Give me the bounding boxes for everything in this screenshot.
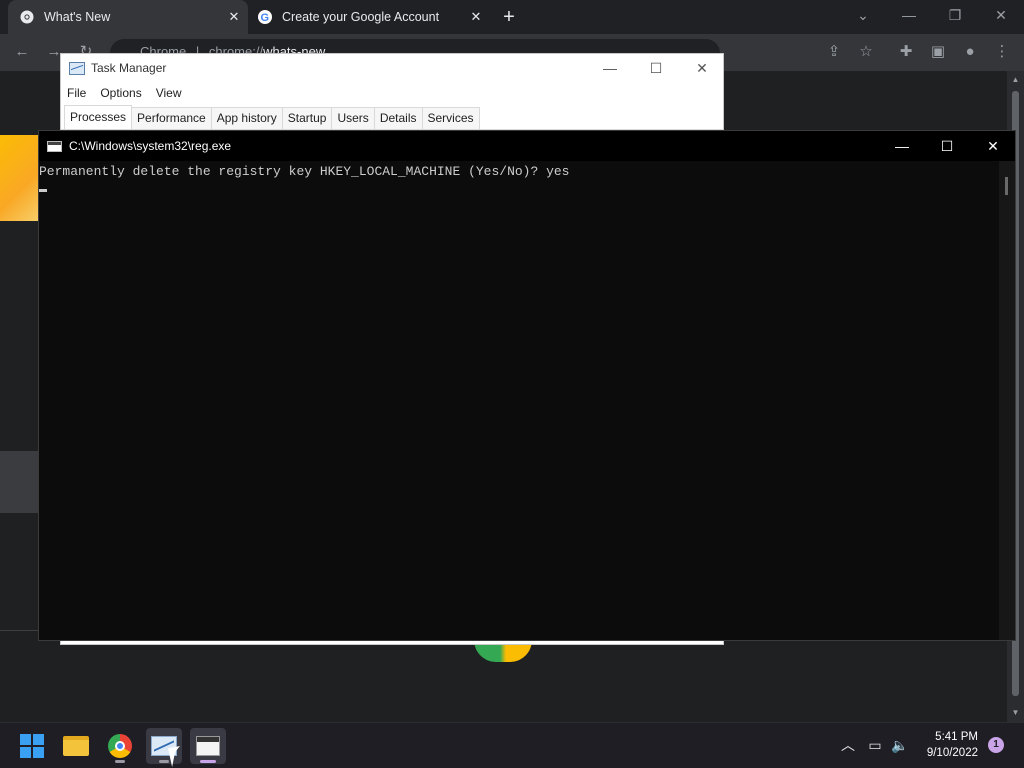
restore-button[interactable]: ❐ (941, 4, 969, 26)
maximize-button[interactable]: ☐ (641, 57, 671, 79)
console-scrollbar[interactable] (999, 161, 1015, 640)
windows-start-icon (20, 734, 44, 758)
google-favicon-icon: G (258, 10, 272, 24)
tab-title: Create your Google Account (282, 10, 440, 24)
menu-file[interactable]: File (67, 86, 86, 100)
tab-strip: What's New ✕ G Create your Google Accoun… (0, 0, 1024, 34)
console-window: C:\Windows\system32\reg.exe — ☐ ✕ Perman… (38, 130, 1016, 641)
tab-whats-new[interactable]: What's New ✕ (8, 0, 248, 34)
console-output[interactable]: Permanently delete the registry key HKEY… (39, 161, 999, 640)
whats-new-illustration (0, 135, 40, 221)
bookmark-star-icon[interactable]: ☆ (856, 42, 876, 62)
tab-users[interactable]: Users (331, 107, 375, 129)
content-card-edge (0, 451, 40, 513)
close-window-button[interactable]: ✕ (987, 4, 1015, 26)
start-button[interactable] (14, 728, 50, 764)
minimize-button[interactable]: — (595, 57, 625, 79)
profile-avatar-icon[interactable]: ● (960, 42, 980, 62)
menu-options[interactable]: Options (100, 86, 141, 100)
extensions-puzzle-icon[interactable]: ✚ (896, 42, 916, 62)
text-cursor (39, 189, 47, 192)
menu-kebab-icon[interactable]: ⋮ (992, 42, 1012, 62)
active-indicator (200, 760, 216, 763)
console-prompt-line: Permanently delete the registry key HKEY… (39, 164, 570, 179)
console-app-icon (47, 140, 62, 152)
notification-badge[interactable]: 1 (988, 737, 1004, 753)
running-indicator (159, 760, 169, 763)
close-tab-icon[interactable]: ✕ (226, 9, 242, 25)
clock-date: 9/10/2022 (926, 747, 978, 759)
window-title: Task Manager (91, 61, 167, 75)
tab-details[interactable]: Details (373, 107, 423, 129)
tab-services[interactable]: Services (421, 107, 480, 129)
menu-view[interactable]: View (156, 86, 182, 100)
tab-performance[interactable]: Performance (131, 107, 212, 129)
back-arrow-icon[interactable]: ← (12, 42, 32, 62)
clock-time: 5:41 PM (935, 731, 978, 743)
taskbar-file-explorer[interactable] (58, 728, 94, 764)
show-hidden-icons-chevron-icon[interactable]: ︿ (838, 735, 858, 755)
file-explorer-icon (63, 736, 89, 756)
svg-text:G: G (261, 12, 270, 24)
scroll-down-arrow-icon[interactable]: ▼ (1007, 706, 1024, 720)
share-icon[interactable]: ⇪ (824, 42, 844, 62)
scroll-up-arrow-icon[interactable]: ▲ (1007, 73, 1024, 87)
divider (0, 630, 40, 631)
minimize-button[interactable]: — (887, 135, 917, 157)
running-indicator (115, 760, 125, 763)
console-titlebar[interactable]: C:\Windows\system32\reg.exe — ☐ ✕ (39, 131, 1015, 161)
close-tab-icon[interactable]: ✕ (468, 9, 484, 25)
volume-icon[interactable]: 🔈 (890, 735, 910, 755)
chrome-icon (108, 734, 132, 758)
tab-title: What's New (44, 10, 111, 24)
tab-startup[interactable]: Startup (281, 107, 333, 129)
task-manager-titlebar[interactable]: Task Manager — ☐ ✕ (61, 54, 723, 82)
side-panel-icon[interactable]: ▣ (928, 42, 948, 62)
system-clock[interactable]: 5:41 PM 9/10/2022 (914, 729, 978, 761)
task-manager-tabs: Processes Performance App history Startu… (61, 105, 723, 130)
task-manager-icon (69, 61, 85, 75)
taskbar: ︿ ▭ 🔈 5:41 PM 9/10/2022 1 (0, 722, 1024, 768)
network-icon[interactable]: ▭ (865, 735, 885, 755)
tab-create-google-account[interactable]: G Create your Google Account ✕ (250, 0, 490, 34)
chrome-favicon-icon (20, 10, 34, 24)
console-title: C:\Windows\system32\reg.exe (69, 139, 232, 153)
tab-search-chevron-icon[interactable]: ⌄ (849, 4, 877, 26)
menu-bar: File Options View (61, 82, 723, 104)
command-prompt-icon (196, 736, 220, 756)
close-button[interactable]: ✕ (978, 135, 1008, 157)
scrollbar-thumb[interactable] (1005, 177, 1008, 195)
close-button[interactable]: ✕ (687, 57, 717, 79)
tab-app-history[interactable]: App history (210, 107, 283, 129)
new-tab-button[interactable]: + (498, 6, 520, 28)
minimize-button[interactable]: — (895, 4, 923, 26)
tab-processes[interactable]: Processes (64, 105, 133, 129)
maximize-button[interactable]: ☐ (932, 135, 962, 157)
taskbar-chrome[interactable] (102, 728, 138, 764)
taskbar-command-prompt[interactable] (190, 728, 226, 764)
